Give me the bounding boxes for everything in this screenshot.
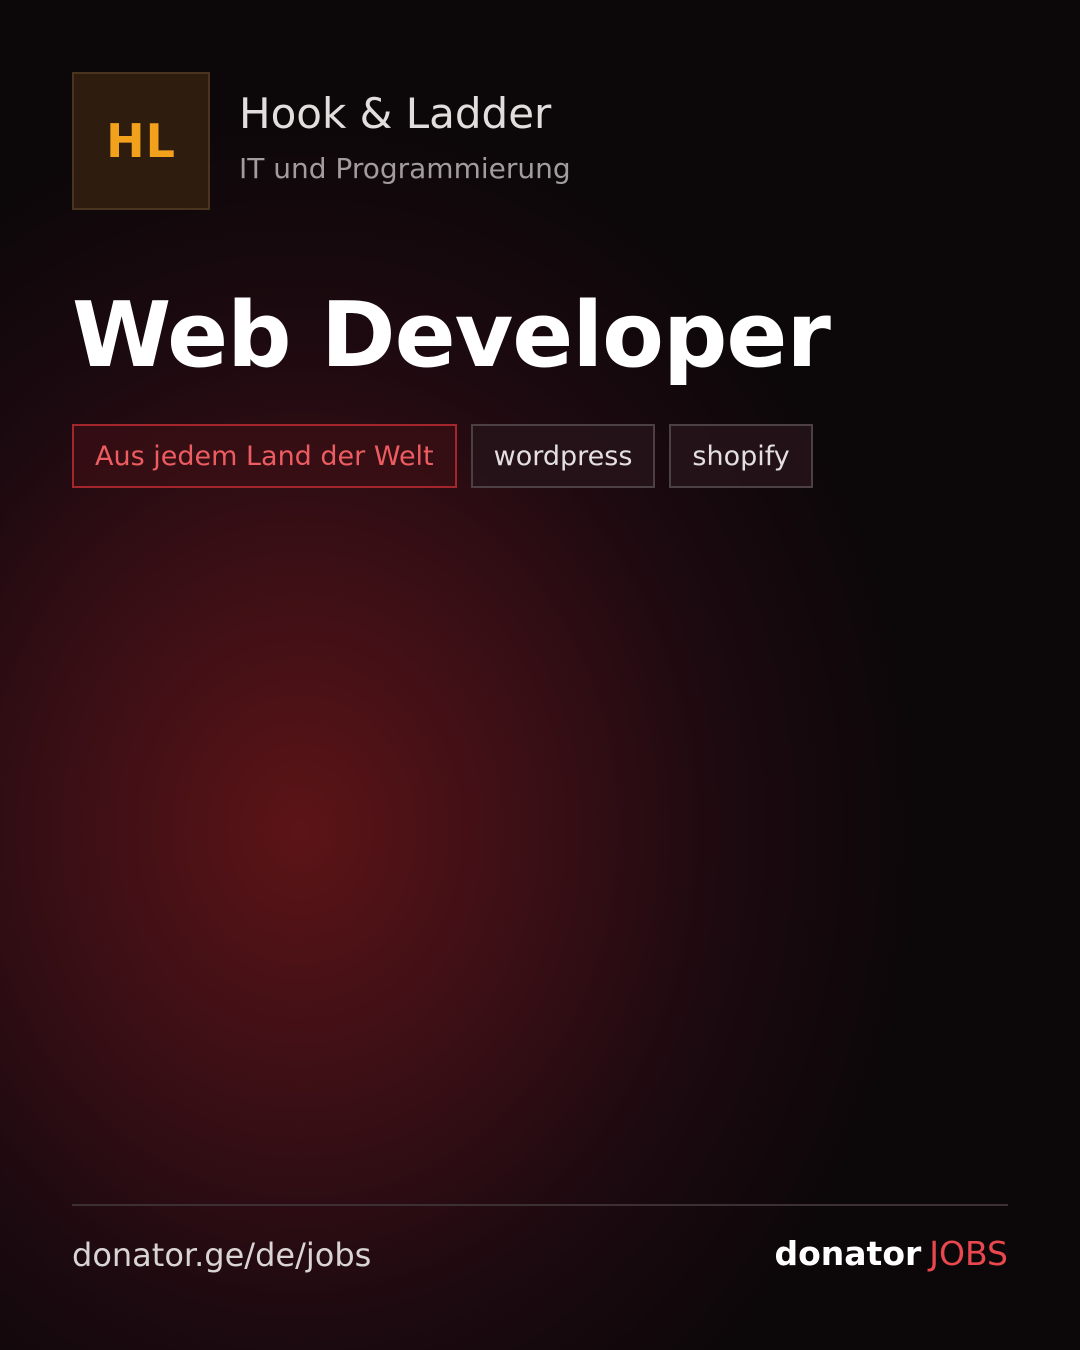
job-tags: Aus jedem Land der Welt wordpress shopif… [72,424,813,488]
company-info: Hook & Ladder IT und Programmierung [239,89,571,184]
tag-shopify: shopify [669,424,813,488]
brand-accent-text: JOBS [929,1234,1008,1273]
company-logo: HL [72,72,210,210]
footer-divider [72,1204,1008,1206]
company-logo-initials: HL [106,114,176,168]
job-title: Web Developer [72,283,831,388]
brand-main-text: donator [774,1234,922,1273]
company-name: Hook & Ladder [239,89,552,139]
footer-brand-logo: donator JOBS [775,1234,1009,1273]
company-category: IT und Programmierung [239,151,571,185]
company-header: HL Hook & Ladder IT und Programmierung [72,72,571,210]
tag-wordpress: wordpress [470,424,656,488]
footer-url: donator.ge/de/jobs [72,1236,372,1274]
tag-location: Aus jedem Land der Welt [72,424,457,488]
job-card: HL Hook & Ladder IT und Programmierung W… [0,0,1080,1350]
